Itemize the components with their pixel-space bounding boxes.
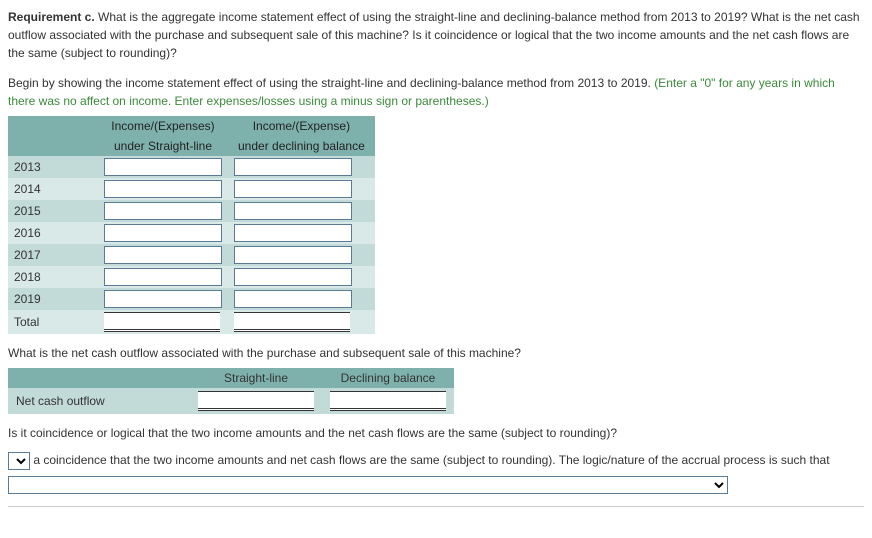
header-db-line1: Income/(Expense) bbox=[228, 116, 375, 136]
year-label: 2015 bbox=[8, 200, 98, 222]
table-row: 2019 bbox=[8, 288, 375, 310]
db-2019-input[interactable] bbox=[234, 290, 352, 308]
coincidence-select[interactable] bbox=[8, 452, 30, 470]
db-2016-input[interactable] bbox=[234, 224, 352, 242]
db-2013-input[interactable] bbox=[234, 158, 352, 176]
header-blank2 bbox=[8, 136, 98, 156]
requirement-label: Requirement c. bbox=[8, 10, 95, 24]
sl-total-input[interactable] bbox=[104, 312, 220, 332]
sl-2016-input[interactable] bbox=[104, 224, 222, 242]
header-db-line2: under declining balance bbox=[228, 136, 375, 156]
db-2017-input[interactable] bbox=[234, 246, 352, 264]
sl-2014-input[interactable] bbox=[104, 180, 222, 198]
instruction-plain: Begin by showing the income statement ef… bbox=[8, 76, 654, 90]
year-label: 2016 bbox=[8, 222, 98, 244]
db-total-input[interactable] bbox=[234, 312, 350, 332]
subquestion-coincidence: Is it coincidence or logical that the tw… bbox=[8, 424, 864, 442]
sl-2017-input[interactable] bbox=[104, 246, 222, 264]
db-2014-input[interactable] bbox=[234, 180, 352, 198]
cash-table: Straight-line Declining balance Net cash… bbox=[8, 368, 454, 414]
cash-header-blank bbox=[8, 368, 190, 388]
requirement-text: What is the aggregate income statement e… bbox=[8, 10, 860, 60]
cash-header-db: Declining balance bbox=[322, 368, 454, 388]
table-row: 2018 bbox=[8, 266, 375, 288]
cash-header-sl: Straight-line bbox=[190, 368, 322, 388]
sl-2013-input[interactable] bbox=[104, 158, 222, 176]
subquestion-cash: What is the net cash outflow associated … bbox=[8, 344, 864, 362]
logic-select[interactable] bbox=[8, 476, 728, 494]
sl-2018-input[interactable] bbox=[104, 268, 222, 286]
db-2018-input[interactable] bbox=[234, 268, 352, 286]
header-sl-line2: under Straight-line bbox=[98, 136, 228, 156]
db-2015-input[interactable] bbox=[234, 202, 352, 220]
requirement-paragraph: Requirement c. What is the aggregate inc… bbox=[8, 8, 864, 62]
year-label: 2019 bbox=[8, 288, 98, 310]
table-row: Net cash outflow bbox=[8, 388, 454, 414]
header-sl-line1: Income/(Expenses) bbox=[98, 116, 228, 136]
year-label: 2014 bbox=[8, 178, 98, 200]
divider bbox=[8, 506, 864, 507]
cash-db-input[interactable] bbox=[330, 391, 446, 411]
income-table: Income/(Expenses) Income/(Expense) under… bbox=[8, 116, 375, 334]
table-row: 2017 bbox=[8, 244, 375, 266]
table-row: 2013 bbox=[8, 156, 375, 178]
sl-2019-input[interactable] bbox=[104, 290, 222, 308]
instruction-paragraph: Begin by showing the income statement ef… bbox=[8, 74, 864, 110]
cash-sl-input[interactable] bbox=[198, 391, 314, 411]
cash-row-label: Net cash outflow bbox=[8, 388, 190, 414]
header-blank bbox=[8, 116, 98, 136]
table-row: 2015 bbox=[8, 200, 375, 222]
sl-2015-input[interactable] bbox=[104, 202, 222, 220]
table-row: 2014 bbox=[8, 178, 375, 200]
answer-sentence: a coincidence that the two income amount… bbox=[8, 448, 864, 496]
sentence-mid: a coincidence that the two income amount… bbox=[30, 453, 830, 467]
year-label: 2013 bbox=[8, 156, 98, 178]
year-label: 2017 bbox=[8, 244, 98, 266]
year-label: 2018 bbox=[8, 266, 98, 288]
table-row: 2016 bbox=[8, 222, 375, 244]
table-row-total: Total bbox=[8, 310, 375, 334]
total-label: Total bbox=[8, 310, 98, 334]
